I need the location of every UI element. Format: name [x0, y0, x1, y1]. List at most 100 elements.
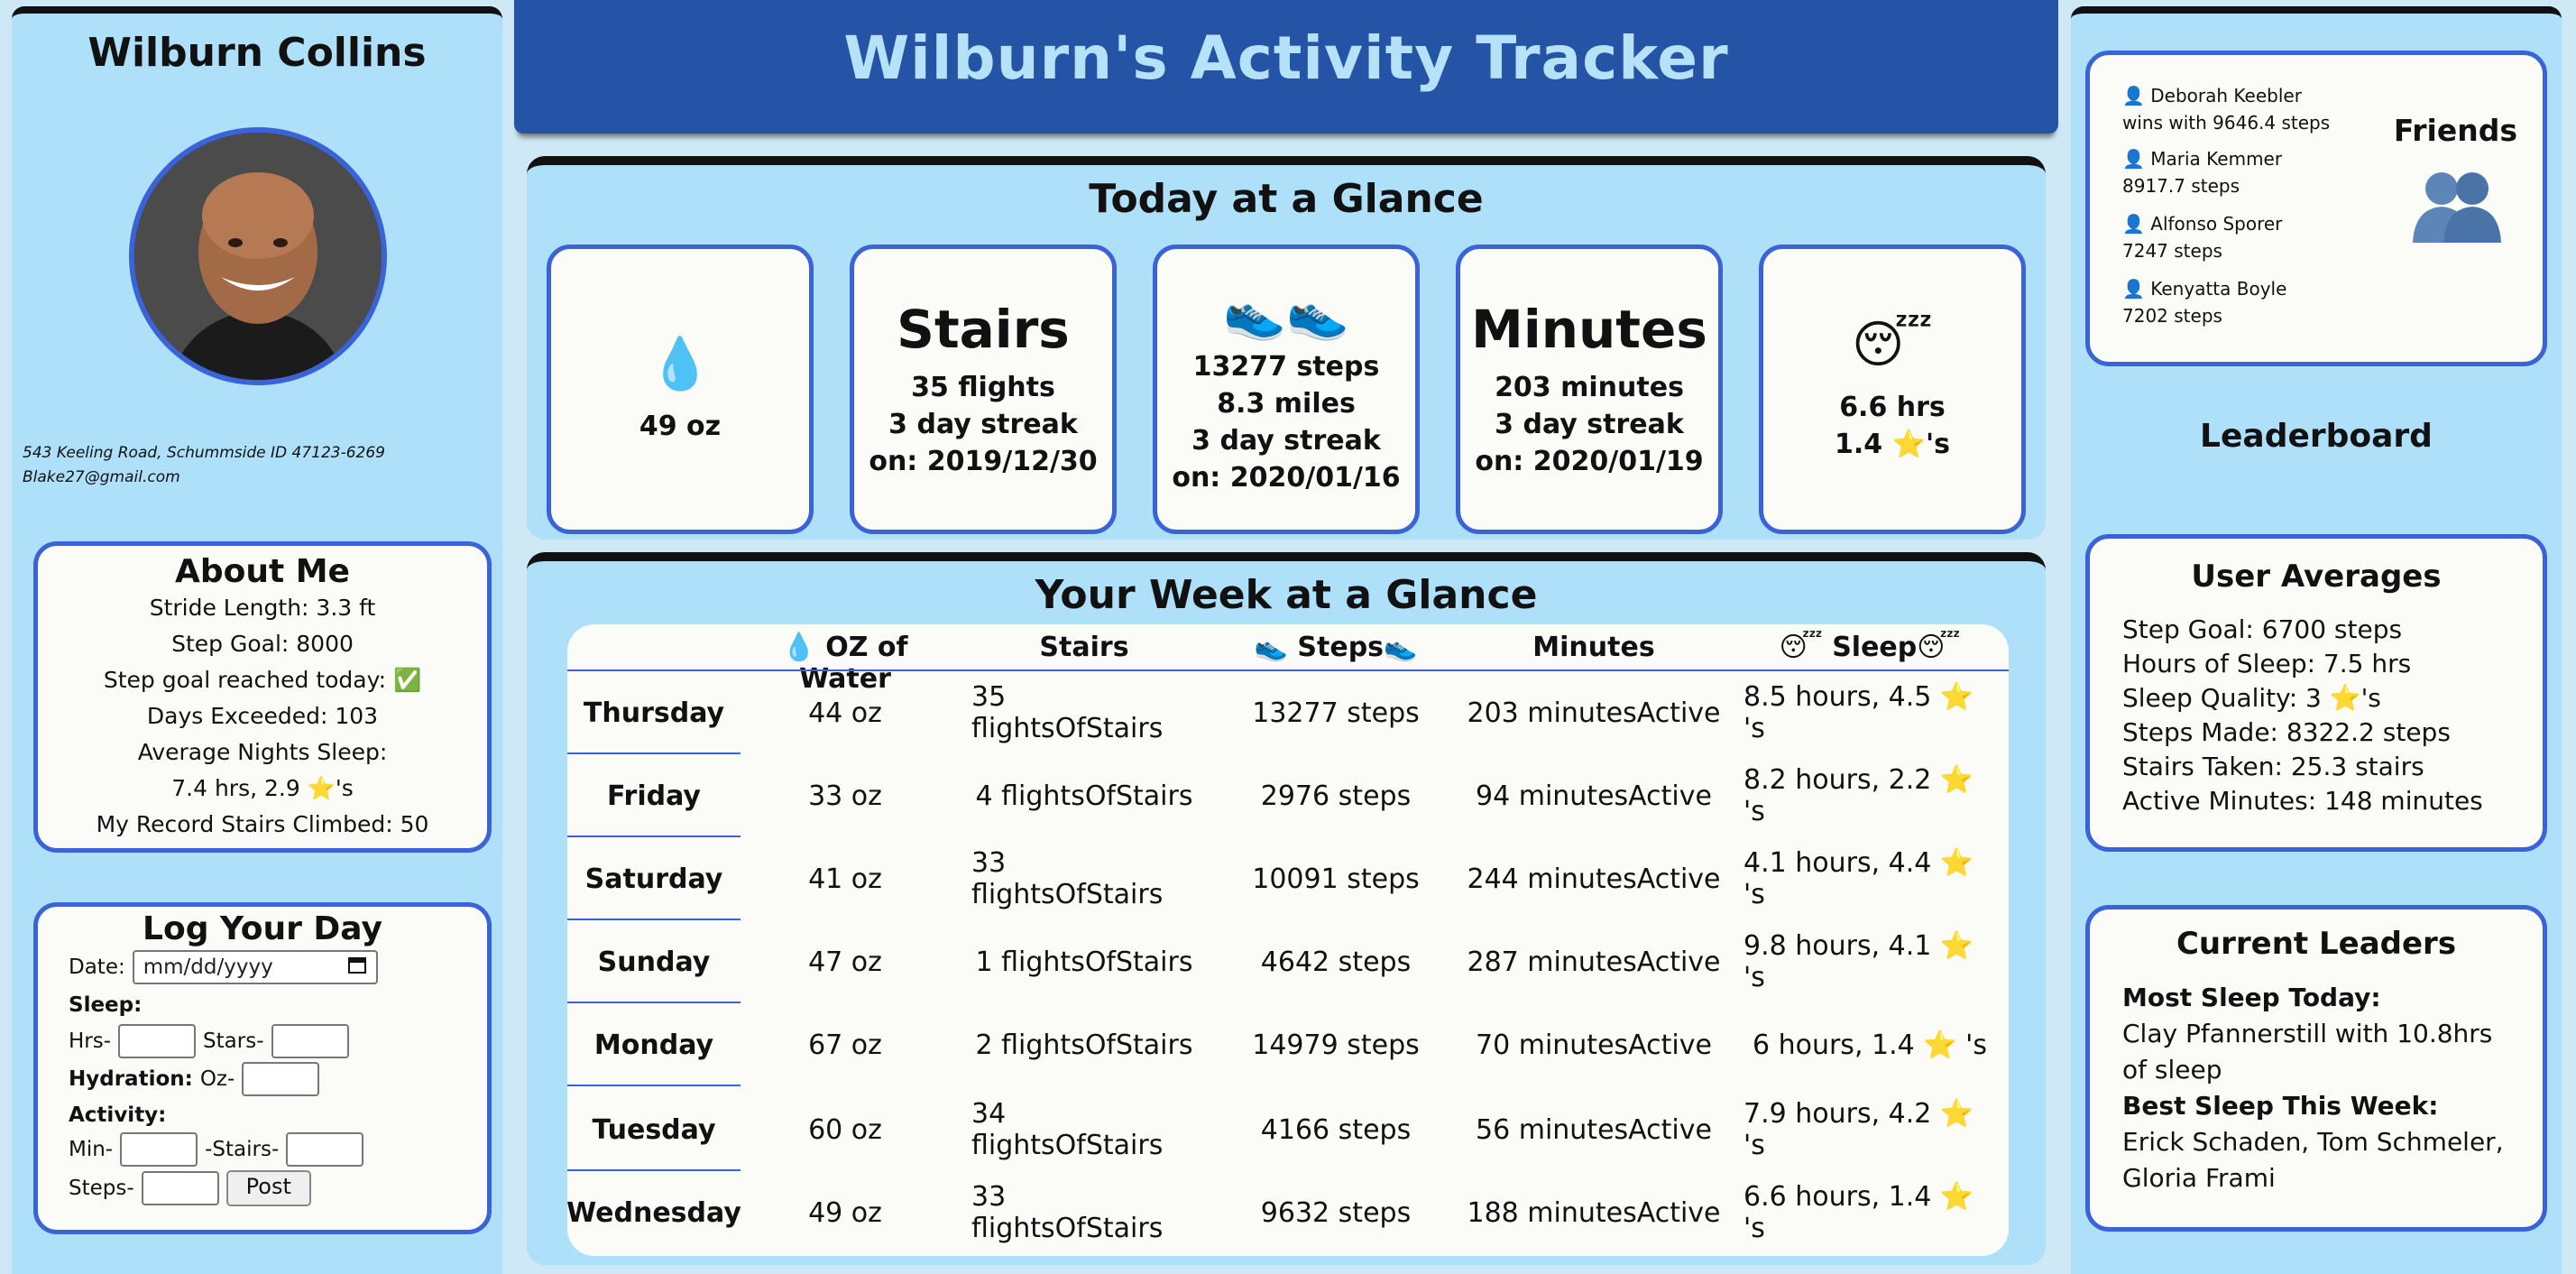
activity-steps-input[interactable]: [141, 1171, 219, 1205]
date-input[interactable]: mm/dd/yyyy: [132, 950, 378, 984]
sleep-cell: 7.9 hours, 4.2 ⭐ 's: [1743, 1098, 1974, 1161]
steps-cell: 9632 steps: [1260, 1196, 1412, 1229]
friend-name: 👤 Maria Kemmer: [2122, 148, 2283, 170]
user-averages-title: User Averages: [2191, 559, 2442, 595]
average-line: Active Minutes: 148 minutes: [2122, 786, 2483, 816]
calendar-icon[interactable]: [347, 955, 367, 980]
week-title: Your Week at a Glance: [1035, 572, 1538, 618]
sleep-cell: 8.5 hours, 4.5 ⭐ 's: [1743, 681, 1974, 744]
sleep-quality: 1.4 ⭐'s: [1835, 429, 1950, 460]
day-cell: Tuesday: [592, 1113, 716, 1146]
minutes-cell: 94 minutesActive: [1476, 780, 1712, 812]
steps-label: Steps-: [69, 1177, 134, 1200]
steps-cell: 2976 steps: [1260, 780, 1412, 812]
date-label: Date:: [69, 956, 125, 979]
activity-minutes-input[interactable]: [120, 1132, 198, 1167]
water-cell: 44 oz: [808, 697, 882, 729]
contact-info: 543 Keeling Road, Schummside ID 47123-62…: [23, 441, 385, 490]
friend-item: 👤 Alfonso Sporer 7247 steps: [2122, 210, 2282, 264]
sleep-label: Sleep:: [69, 993, 143, 1017]
water-cell: 49 oz: [808, 1196, 882, 1229]
minutes-cell: 188 minutesActive: [1467, 1196, 1721, 1229]
stairs-cell: 2 flightsOfStairs: [975, 1029, 1193, 1061]
friend-detail: 8917.7 steps: [2122, 175, 2240, 197]
profile-panel: Wilburn Collins 543 Keeling Road, Schumm…: [12, 6, 502, 1274]
table-row: Monday 67 oz 2 flightsOfStairs 14979 steps 7…: [567, 1003, 2009, 1086]
stairs-date: on: 2019/12/30: [869, 446, 1098, 477]
column-header-steps: 👟 Steps👟: [1254, 632, 1418, 663]
stairs-title: Stairs: [897, 299, 1070, 360]
stairs-cell: 1 flightsOfStairs: [975, 946, 1193, 978]
water-cell: 47 oz: [808, 946, 882, 978]
date-placeholder: mm/dd/yyyy: [143, 956, 273, 979]
minutes-date: on: 2020/01/19: [1475, 446, 1704, 477]
day-cell: Wednesday: [566, 1196, 741, 1229]
row-divider: [567, 1085, 741, 1086]
average-line: Sleep Quality: 3 ⭐'s: [2122, 683, 2381, 713]
friend-name: 👤 Deborah Keebler: [2122, 85, 2302, 106]
stars-label: Stars-: [203, 1029, 264, 1053]
minutes-cell: 244 minutesActive: [1467, 863, 1721, 895]
sleep-card: 😴 6.6 hrs 1.4 ⭐'s: [1759, 245, 2026, 534]
column-header-minutes: Minutes: [1532, 632, 1655, 663]
stairs-cell: 33 flightsOfStairs: [971, 847, 1164, 910]
table-row: Sunday 47 oz 1 flightsOfStairs 4642 steps 28…: [567, 920, 2009, 1003]
sleep-hours: 6.6 hrs: [1839, 392, 1946, 423]
about-line: Average Nights Sleep:: [137, 739, 388, 765]
min-label: Min-: [69, 1138, 114, 1161]
day-cell: Friday: [606, 780, 701, 812]
sleep-stars-input[interactable]: [271, 1024, 349, 1058]
most-sleep-today-value: Clay Pfannerstill with 10.8hrs of sleep: [2122, 1019, 2493, 1085]
week-table: 💧 OZ of Water Stairs 👟 Steps👟 Minutes 😴 …: [566, 624, 2009, 1256]
best-sleep-week-label: Best Sleep This Week:: [2122, 1091, 2439, 1121]
friend-item: 👤 Deborah Keebler wins with 9646.4 steps: [2122, 82, 2330, 136]
post-button[interactable]: Post: [225, 1170, 311, 1206]
friends-title: Friends: [2393, 113, 2517, 148]
minutes-cell: 203 minutesActive: [1467, 697, 1721, 729]
week-panel: Your Week at a Glance 💧 OZ of Water Stai…: [527, 552, 2046, 1265]
steps-card: 👟👟 13277 steps 8.3 miles 3 day streak on…: [1153, 245, 1420, 534]
minutes-title: Minutes: [1471, 299, 1707, 360]
activity-stairs-input[interactable]: [286, 1132, 364, 1167]
today-panel: Today at a Glance 💧 49 oz Stairs 35 flig…: [527, 156, 2046, 540]
sleep-hours-input[interactable]: [118, 1024, 197, 1058]
about-line: 7.4 hrs, 2.9 ⭐'s: [171, 775, 354, 801]
stairs-cell: 4 flightsOfStairs: [975, 780, 1193, 812]
log-day-form: Log Your Day Date: mm/dd/yyyy Sleep: Hrs…: [33, 902, 492, 1234]
hydration-oz-input[interactable]: [242, 1062, 320, 1096]
minutes-cell: 56 minutesActive: [1476, 1113, 1712, 1146]
stairs-cell: 33 flightsOfStairs: [971, 1181, 1164, 1244]
table-row: Wednesday 49 oz 33 flightsOfStairs 9632 ste…: [566, 1171, 2009, 1254]
oz-label: Oz-: [199, 1067, 235, 1091]
water-cell: 41 oz: [808, 863, 882, 895]
average-line: Stairs Taken: 25.3 stairs: [2122, 752, 2424, 781]
hrs-label: Hrs-: [69, 1029, 112, 1053]
steps-streak: 3 day streak: [1191, 424, 1381, 457]
about-line: Step Goal: 8000: [171, 631, 354, 657]
stairs-card: Stairs 35 flights 3 day streak on: 2019/…: [850, 245, 1117, 534]
average-line: Hours of Sleep: 7.5 hrs: [2122, 649, 2412, 679]
water-card: 💧 49 oz: [547, 245, 814, 534]
day-cell: Sunday: [597, 946, 711, 978]
best-sleep-week-value: Erick Schaden, Tom Schmeler, Gloria Fram…: [2122, 1127, 2504, 1193]
most-sleep-today-label: Most Sleep Today:: [2122, 983, 2381, 1012]
stairs-streak: 3 day streak: [888, 409, 1078, 440]
about-me-title: About Me: [175, 553, 350, 590]
water-cell: 60 oz: [808, 1113, 882, 1146]
water-cell: 67 oz: [808, 1029, 882, 1061]
average-line: Step Goal: 6700 steps: [2122, 614, 2403, 644]
friend-name: 👤 Alfonso Sporer: [2122, 213, 2283, 235]
steps-cell: 14979 steps: [1252, 1029, 1420, 1061]
activity-label: Activity:: [69, 1103, 167, 1127]
steps-count: 13277 steps: [1192, 350, 1380, 383]
table-row: Tuesday 60 oz 34 flightsOfStairs 4166 steps…: [567, 1088, 2009, 1171]
friend-detail: 7247 steps: [2122, 240, 2222, 262]
day-cell: Thursday: [583, 697, 725, 729]
address-text: 543 Keeling Road, Schummside ID 47123-62…: [23, 444, 385, 462]
steps-cell: 13277 steps: [1252, 697, 1420, 729]
steps-cell: 4166 steps: [1260, 1113, 1412, 1146]
stairs-cell: 35 flightsOfStairs: [971, 681, 1164, 744]
friend-name: 👤 Kenyatta Boyle: [2122, 278, 2287, 300]
sleep-cell: 6.6 hours, 1.4 ⭐ 's: [1743, 1181, 1974, 1244]
minutes-card: Minutes 203 minutes 3 day streak on: 202…: [1456, 245, 1723, 534]
